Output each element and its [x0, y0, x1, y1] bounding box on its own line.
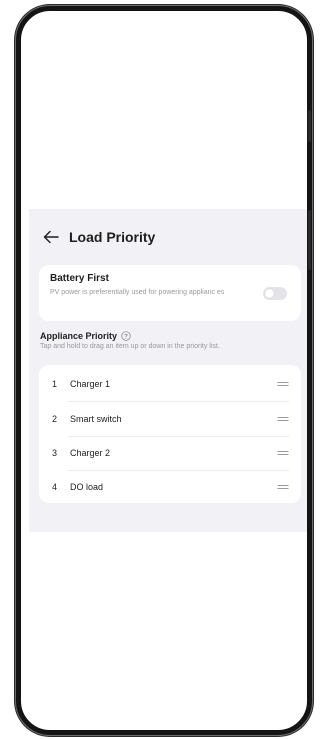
appliance-priority-header: Appliance Priority Tap and hold to drag … [40, 331, 304, 350]
volume-button [308, 110, 311, 142]
item-label: Charger 2 [70, 448, 111, 458]
load-priority-screen: Load Priority Battery First PV power is … [29, 209, 307, 532]
list-item[interactable]: 1 Charger 1 [39, 367, 301, 401]
battery-first-description: PV power is preferentially used for powe… [50, 289, 225, 296]
item-label: Smart switch [70, 414, 122, 424]
item-index: 1 [52, 379, 58, 389]
drag-handle-icon[interactable] [277, 449, 289, 457]
appliance-priority-title: Appliance Priority [40, 331, 118, 341]
app-bar: Load Priority [41, 225, 155, 249]
item-index: 2 [52, 414, 58, 424]
power-button [308, 210, 311, 270]
list-item[interactable]: 2 Smart switch [39, 402, 301, 436]
item-label: DO load [70, 482, 104, 492]
drag-handle-icon[interactable] [277, 380, 289, 388]
battery-first-card: Battery First PV power is preferentially… [39, 265, 301, 321]
page-title: Load Priority [69, 229, 156, 245]
drag-handle-icon[interactable] [277, 415, 289, 423]
drag-handle-icon[interactable] [277, 483, 289, 491]
list-item[interactable]: 4 DO load [39, 470, 301, 504]
toggle-knob [265, 289, 274, 298]
back-arrow-icon[interactable] [41, 227, 61, 247]
appliance-priority-title-row: Appliance Priority [40, 331, 304, 341]
item-index: 4 [52, 482, 58, 492]
battery-first-toggle[interactable] [263, 287, 287, 300]
appliance-priority-subtitle: Tap and hold to drag an item up or down … [40, 343, 220, 350]
appliance-priority-list: 1 Charger 1 2 Smart switch 3 Charger 2 4… [39, 365, 301, 503]
battery-first-title: Battery First [50, 273, 109, 284]
item-index: 3 [52, 448, 58, 458]
item-label: Charger 1 [70, 379, 111, 389]
list-item[interactable]: 3 Charger 2 [39, 436, 301, 470]
phone-frame: Load Priority Battery First PV power is … [16, 6, 312, 735]
question-circle-icon[interactable] [121, 331, 131, 341]
